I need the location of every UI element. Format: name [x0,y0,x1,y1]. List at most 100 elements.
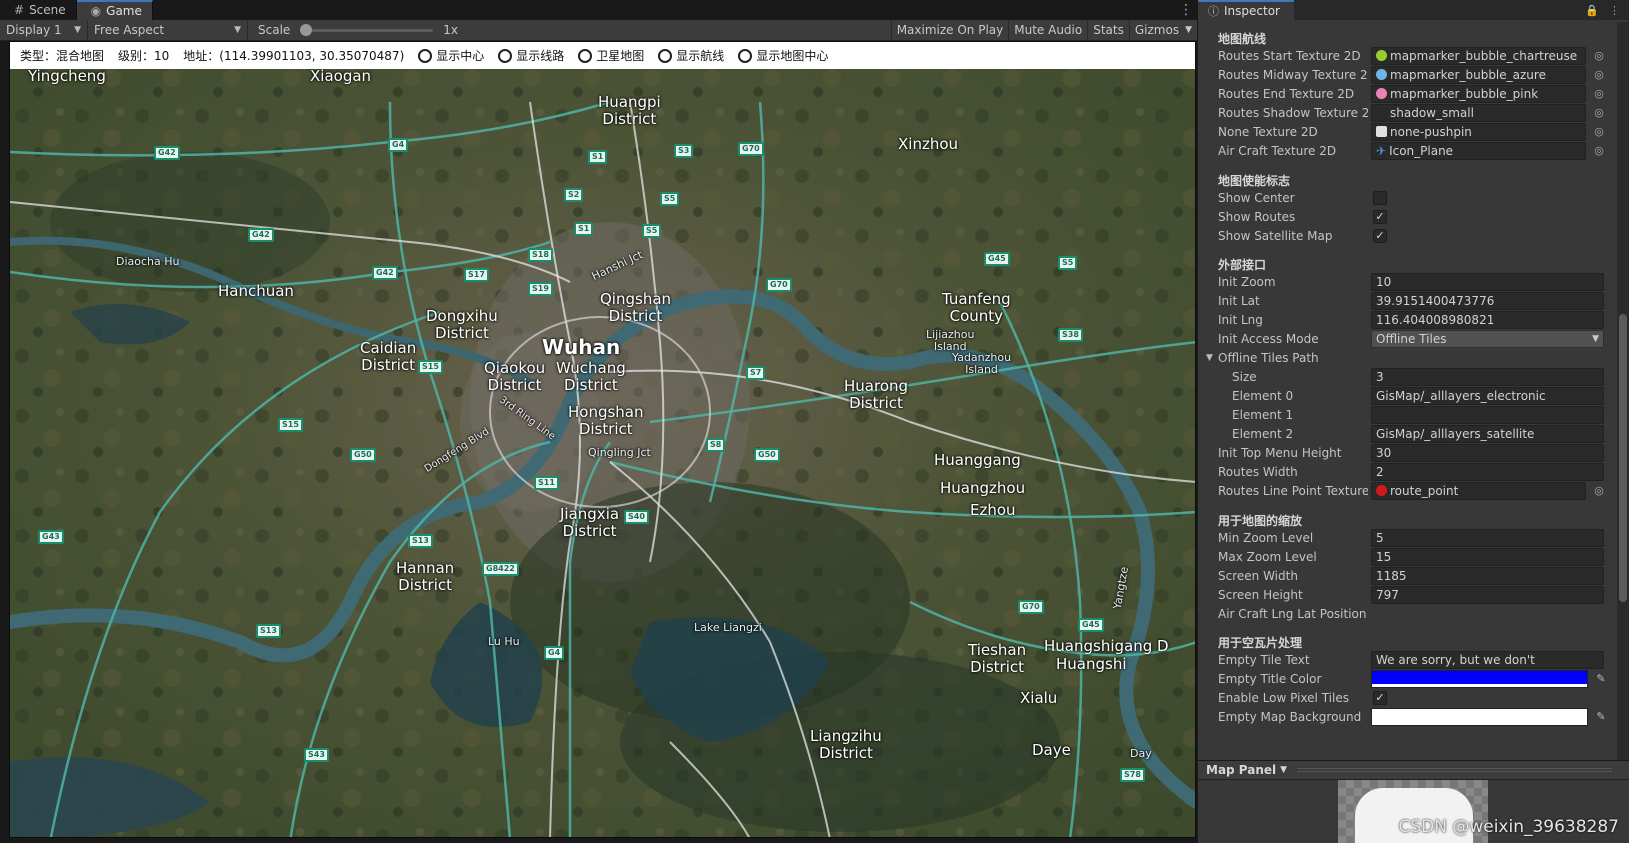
radio-show-map-center[interactable]: 显示地图中心 [738,47,828,64]
max-zoom-field[interactable]: 15 [1371,547,1604,566]
eyedropper-icon[interactable]: ✎ [1593,670,1609,688]
object-field[interactable]: mapmarker_bubble_pink [1371,84,1586,103]
map-panel-header[interactable]: Map Panel ▼ [1198,761,1629,780]
init-lng-field[interactable]: 116.404008980821 [1371,310,1604,329]
routes-start-texture-row: Routes Start Texture 2D mapmarker_bubble… [1218,46,1616,65]
init-access-mode-dropdown[interactable]: Offline Tiles ▼ [1371,329,1604,348]
offline-tiles-path-row[interactable]: ▼ Offline Tiles Path [1206,348,1616,367]
highway-shield: S40 [624,510,649,524]
scale-value: 1x [443,23,458,37]
scale-slider-thumb[interactable] [300,23,313,36]
object-field[interactable]: route_point [1371,481,1586,500]
object-picker-icon[interactable]: ◎ [1590,482,1608,500]
foldout-arrow-icon[interactable]: ▼ [1206,353,1213,363]
object-picker-icon[interactable]: ◎ [1590,123,1608,141]
map-label: Yadanzhou Island [952,351,1012,376]
object-field[interactable]: ✈ Icon_Plane [1371,141,1586,160]
element1-field[interactable] [1371,405,1604,424]
radio-icon [498,48,513,63]
radio-satellite[interactable]: 卫星地图 [578,47,644,64]
radio-icon [418,48,433,63]
object-field[interactable]: none-pushpin [1371,122,1586,141]
object-field[interactable]: mapmarker_bubble_azure [1371,65,1586,84]
map-label: Huangshi [1056,655,1127,673]
scale-slider[interactable] [300,23,434,36]
element2-field[interactable]: GisMap/_alllayers_satellite [1371,424,1604,443]
tiles-size-field[interactable]: 3 [1371,367,1604,386]
map-panel: Map Panel ▼ CSDN @weixin_39638287 [1197,760,1629,843]
highway-shield: G42 [248,228,274,242]
show-routes-checkbox[interactable]: ✓ [1373,209,1387,224]
object-field[interactable]: shadow_small [1371,103,1586,122]
map-label: Qingshan District [600,290,672,325]
eyedropper-icon[interactable]: ✎ [1593,708,1609,726]
init-lng-row: Init Lng 116.404008980821 [1218,310,1616,329]
init-zoom-field[interactable]: 10 [1371,272,1604,291]
radio-show-routes[interactable]: 显示线路 [498,47,564,64]
field-label: Element 2 [1232,426,1294,441]
gizmos-button[interactable]: Gizmos ▼ [1128,19,1197,41]
show-center-checkbox[interactable] [1373,190,1387,205]
top-menu-height-field[interactable]: 30 [1371,443,1604,462]
tab-inspector[interactable]: ⓘ Inspector [1198,0,1294,20]
object-picker-icon[interactable]: ◎ [1590,104,1608,122]
tab-scene[interactable]: # Scene [0,0,77,20]
field-label: Air Craft Lng Lat Position [1218,606,1367,621]
aircraft-position-row[interactable]: Air Craft Lng Lat Position [1218,604,1616,623]
field-label: Routes Midway Texture 2D [1218,67,1368,82]
plane-icon: ✈ [1376,143,1387,158]
resize-grip[interactable] [1297,768,1612,772]
empty-title-color-swatch[interactable] [1371,669,1588,688]
empty-tile-text-field[interactable]: We are sorry, but we don't [1371,650,1604,669]
aspect-dropdown[interactable]: Free Aspect ▼ [88,19,248,41]
object-picker-icon[interactable]: ◎ [1590,66,1608,84]
show-satellite-checkbox[interactable]: ✓ [1373,228,1387,243]
mute-audio-button[interactable]: Mute Audio [1008,19,1087,41]
inspector-panel: ⓘ Inspector 🔒 ⋮ 地图航线 Routes Start Textur… [1197,0,1629,760]
init-access-mode-row: Init Access Mode Offline Tiles ▼ [1218,329,1616,348]
low-pixel-checkbox[interactable]: ✓ [1373,690,1387,705]
highway-shield: G8422 [482,562,519,576]
game-viewport[interactable]: Yingcheng Xiaogan Huangpi District Xinzh… [9,41,1196,838]
min-zoom-field[interactable]: 5 [1371,528,1604,547]
map-panel-label: Map Panel [1206,763,1277,777]
scrollbar-thumb[interactable] [1619,314,1627,602]
more-options-icon[interactable]: ⋮ [1175,0,1197,20]
more-options-icon[interactable]: ⋮ [1609,4,1620,17]
map-label: Huangpi District [598,93,661,128]
object-picker-icon[interactable]: ◎ [1590,85,1608,103]
display-dropdown[interactable]: Display 1 ▼ [0,19,88,41]
grid-icon: # [14,3,25,17]
init-zoom-row: Init Zoom 10 [1218,272,1616,291]
inspector-scrollbar[interactable] [1617,22,1629,760]
highway-shield: S19 [528,282,553,296]
radio-show-center[interactable]: 显示中心 [418,47,484,64]
tab-game[interactable]: ◉ Game [76,0,153,20]
screen-width-row: Screen Width 1185 [1218,566,1616,585]
map-label: Tuanfeng County [942,290,1011,325]
map-label: Qiaokou District [484,359,546,394]
lock-icon[interactable]: 🔒 [1585,4,1599,17]
object-field[interactable]: mapmarker_bubble_chartreuse [1371,46,1586,65]
field-label: Empty Tile Text [1218,652,1310,667]
screen-height-field[interactable]: 797 [1371,585,1604,604]
field-label: None Texture 2D [1218,124,1318,139]
maximize-on-play-button[interactable]: Maximize On Play [890,19,1009,41]
element0-field[interactable]: GisMap/_alllayers_electronic [1371,386,1604,405]
field-label: Empty Map Background [1218,709,1362,724]
view-tab-strip: # Scene ◉ Game ⋮ [0,0,1197,20]
object-picker-icon[interactable]: ◎ [1590,47,1608,65]
map-label: Lijiazhou Island [926,328,975,353]
map-label: Qingling Jct [588,446,651,459]
empty-title-color-row: Empty Title Color ✎ [1218,669,1616,688]
radio-show-airline[interactable]: 显示航线 [658,47,724,64]
stats-button[interactable]: Stats [1087,19,1129,41]
screen-width-field[interactable]: 1185 [1371,566,1604,585]
field-label: Min Zoom Level [1218,530,1314,545]
routes-width-field[interactable]: 2 [1371,462,1604,481]
empty-map-bg-swatch[interactable] [1371,707,1588,726]
init-lat-row: Init Lat 39.9151400473776 [1218,291,1616,310]
init-lat-field[interactable]: 39.9151400473776 [1371,291,1604,310]
object-picker-icon[interactable]: ◎ [1590,142,1608,160]
radio-label: 卫星地图 [596,49,645,63]
